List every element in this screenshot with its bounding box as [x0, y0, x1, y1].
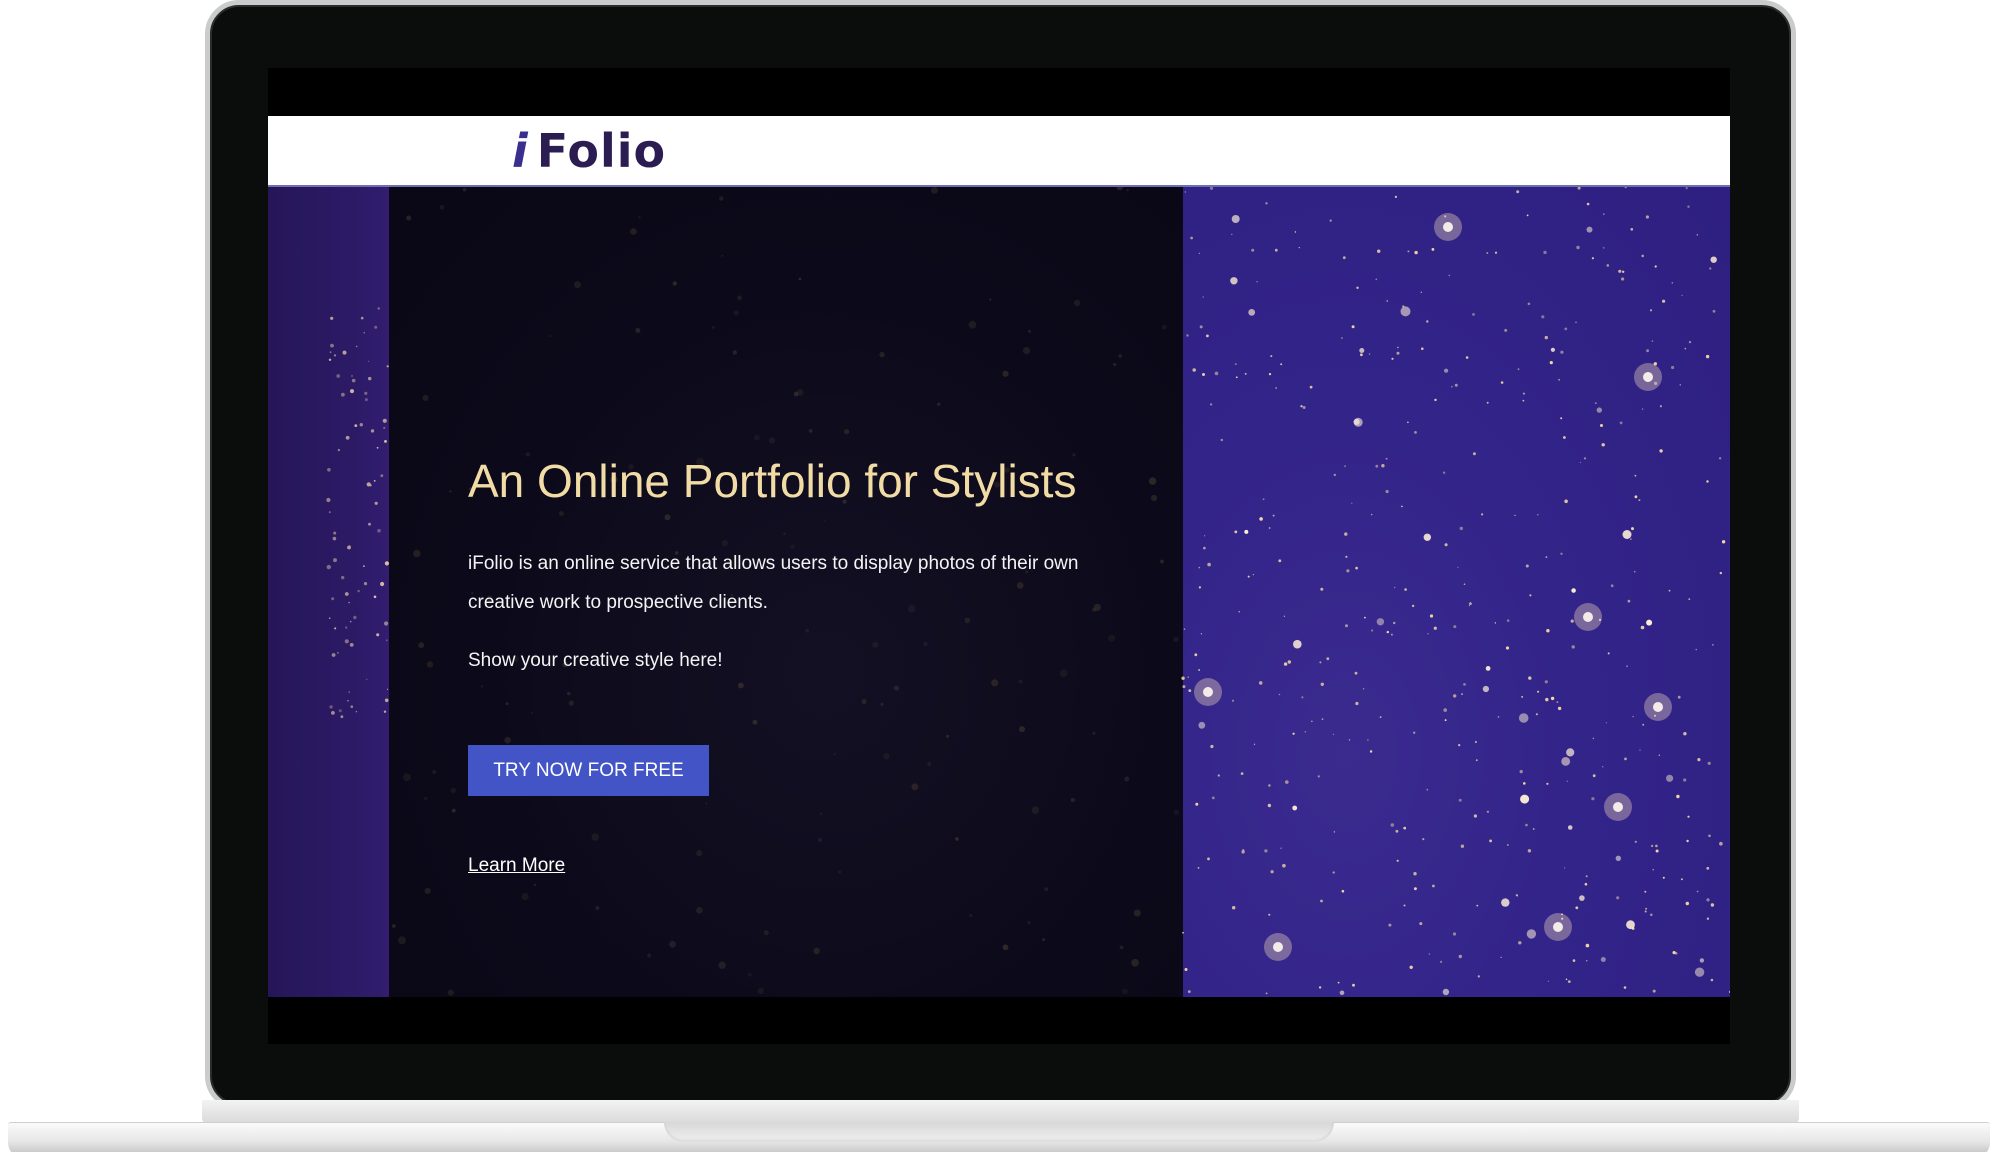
hero-description: iFolio is an online service that allows … [468, 553, 1079, 613]
laptop-screen: i Folio An Online Portfolio for Stylists… [268, 68, 1730, 1044]
try-now-button[interactable]: TRY NOW FOR FREE [468, 745, 709, 796]
learn-more-link[interactable]: Learn More [468, 853, 565, 879]
site-header: i Folio [268, 116, 1730, 187]
hero-title: An Online Portfolio for Stylists [468, 455, 1077, 507]
page: i Folio An Online Portfolio for Stylists… [0, 0, 1994, 1152]
laptop-hinge [202, 1100, 1799, 1124]
logo-i: i [512, 124, 529, 178]
hero-content: An Online Portfolio for Stylists iFolio … [468, 187, 1128, 997]
laptop-opening-notch [664, 1122, 1334, 1142]
hero-tagline: Show your creative style here! [468, 650, 723, 671]
ifolio-logo[interactable]: i Folio [512, 126, 666, 176]
logo-wordmark: Folio [536, 124, 667, 178]
hero-section: An Online Portfolio for Stylists iFolio … [268, 187, 1730, 997]
